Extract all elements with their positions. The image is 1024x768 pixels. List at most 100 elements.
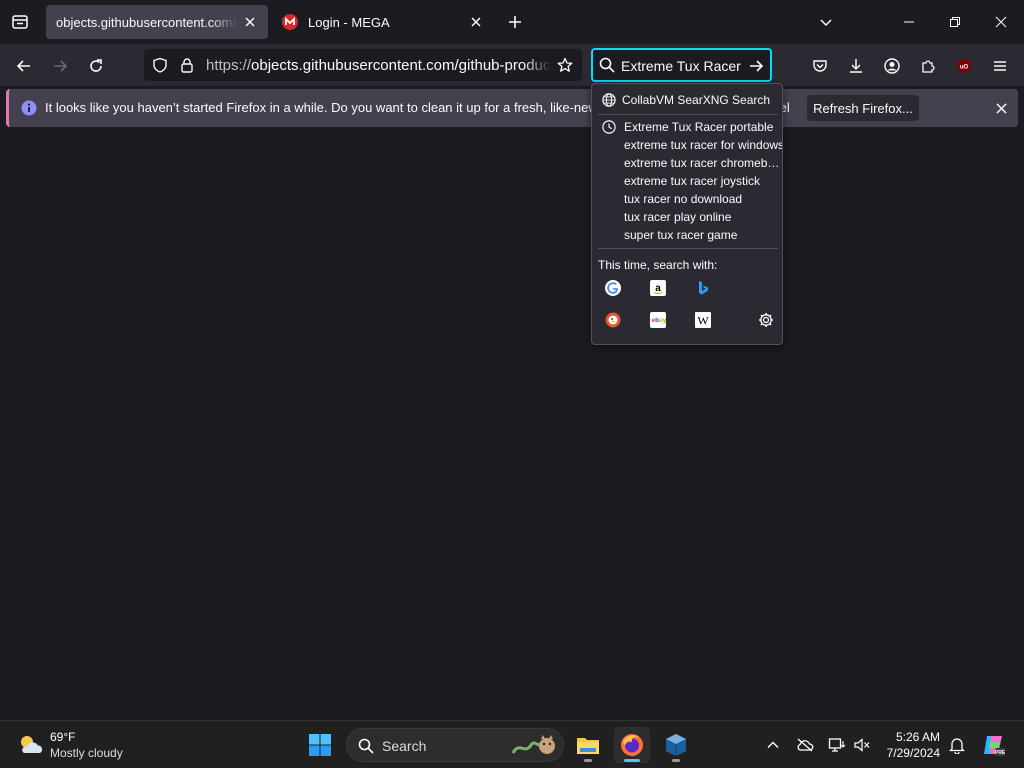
minimize-button[interactable]	[895, 8, 923, 36]
search-suggestions-popup: CollabVM SearXNG Search Extreme Tux Race…	[591, 83, 783, 345]
file-explorer-button[interactable]	[570, 727, 606, 763]
tab-overflow-button[interactable]	[812, 8, 840, 36]
cloud-offline-icon	[797, 738, 814, 752]
clock-time: 5:26 AM	[895, 730, 940, 744]
tab-bar: objects.githubusercontent.com/github-pro…	[0, 0, 1024, 44]
search-bar[interactable]	[591, 48, 772, 82]
suggestion-item[interactable]: extreme tux racer for windows	[624, 138, 782, 152]
tracking-shield-icon[interactable]	[152, 57, 168, 73]
search-icon	[358, 738, 374, 754]
url-protocol: https://	[206, 57, 252, 74]
wikipedia-engine-button[interactable]: W	[691, 308, 715, 332]
refresh-firefox-notification: It looks like you haven’t started Firefo…	[6, 89, 1018, 127]
bookmark-star-icon[interactable]	[557, 57, 573, 73]
suggestion-item[interactable]: extreme tux racer joystick	[624, 174, 782, 188]
ublock-origin-button[interactable]: uO	[950, 52, 978, 80]
popup-divider	[598, 114, 778, 115]
tab-list-icon	[12, 15, 28, 29]
restore-button[interactable]	[941, 8, 969, 36]
suggestion-item[interactable]: super tux racer game	[624, 228, 782, 242]
bing-engine-button[interactable]	[691, 276, 715, 300]
downloads-button[interactable]	[842, 52, 870, 80]
close-window-button[interactable]	[987, 8, 1015, 36]
url-host-path: objects.githubusercontent.com/github-pro…	[251, 57, 551, 74]
virtualbox-taskbar-button[interactable]	[658, 727, 694, 763]
gear-icon	[759, 313, 773, 327]
arrow-right-icon	[54, 60, 68, 72]
search-input[interactable]	[621, 56, 743, 76]
firefox-taskbar-button[interactable]	[614, 727, 650, 763]
pocket-button[interactable]	[806, 52, 834, 80]
ebay-icon: ebay	[650, 312, 666, 328]
search-settings-button[interactable]	[754, 308, 778, 332]
google-engine-button[interactable]	[601, 276, 625, 300]
bing-icon	[699, 281, 708, 295]
search-engine-name: CollabVM SearXNG Search	[622, 93, 771, 107]
suggestion-item[interactable]: extreme tux racer chromebook	[624, 156, 782, 170]
close-tab-button[interactable]	[464, 10, 488, 34]
forward-button[interactable]	[46, 52, 74, 80]
start-button[interactable]	[302, 727, 338, 763]
this-time-search-with-label: This time, search with:	[598, 258, 718, 272]
list-all-tabs-button[interactable]	[8, 10, 32, 34]
lock-icon[interactable]	[179, 57, 195, 73]
svg-text:W: W	[697, 314, 709, 328]
suggestion-item[interactable]: tux racer play online	[624, 210, 782, 224]
close-tab-button[interactable]	[238, 10, 262, 34]
search-highlight-illustration-icon	[511, 735, 555, 754]
duckduckgo-engine-button[interactable]	[601, 308, 625, 332]
ebay-engine-button[interactable]: ebay	[646, 308, 670, 332]
running-indicator	[584, 759, 592, 762]
search-engine-header[interactable]: CollabVM SearXNG Search	[592, 88, 782, 112]
restore-icon	[950, 17, 960, 27]
suggestion-item[interactable]: Extreme Tux Racer portable	[624, 120, 782, 134]
back-button[interactable]	[10, 52, 38, 80]
running-indicator	[672, 759, 680, 762]
firefox-icon	[621, 734, 643, 756]
weather-widget[interactable]: 69°F Mostly cloudy	[16, 729, 146, 761]
refresh-firefox-button[interactable]: Refresh Firefox...	[807, 95, 919, 121]
bell-icon	[949, 738, 965, 754]
extensions-button[interactable]	[914, 52, 942, 80]
network-tray-button[interactable]	[826, 734, 848, 756]
chevron-down-icon	[820, 19, 832, 27]
new-tab-button[interactable]	[503, 10, 527, 34]
taskbar-search-label: Search	[382, 738, 427, 754]
taskbar-search[interactable]: Search	[346, 728, 564, 762]
url-text[interactable]: https://objects.githubusercontent.com/gi…	[206, 57, 551, 74]
search-go-arrow-icon[interactable]	[748, 58, 764, 74]
close-icon	[995, 16, 1007, 28]
close-icon	[471, 17, 481, 27]
onedrive-tray-button[interactable]	[794, 734, 816, 756]
tab-mega-login[interactable]: Login - MEGA	[272, 5, 494, 39]
folder-icon	[577, 738, 599, 754]
app-menu-button[interactable]	[986, 52, 1014, 80]
windows-taskbar: 69°F Mostly cloudy Search 5:26 AM 7/29/2…	[0, 720, 1024, 768]
google-icon	[605, 280, 621, 296]
close-notification-button[interactable]	[993, 100, 1009, 116]
volume-muted-icon	[854, 738, 870, 752]
account-button[interactable]	[878, 52, 906, 80]
show-hidden-icons-button[interactable]	[762, 734, 784, 756]
plus-icon	[509, 16, 521, 28]
reload-button[interactable]	[82, 52, 110, 80]
copilot-icon: PRE	[984, 736, 1005, 756]
address-bar[interactable]: https://objects.githubusercontent.com/gi…	[144, 49, 582, 81]
download-icon	[850, 59, 862, 73]
copilot-button[interactable]: PRE	[980, 732, 1006, 758]
volume-tray-button[interactable]	[851, 734, 873, 756]
chevron-up-icon	[767, 741, 779, 748]
notifications-button[interactable]	[946, 734, 968, 756]
close-icon	[995, 102, 1007, 114]
suggestion-item[interactable]: tux racer no download	[624, 192, 782, 206]
virtualbox-icon	[666, 734, 686, 756]
ublock-icon: uO	[957, 59, 971, 73]
tab-title: objects.githubusercontent.com/github-pro…	[56, 14, 238, 30]
tab-github-download[interactable]: objects.githubusercontent.com/github-pro…	[46, 5, 268, 39]
pocket-icon	[813, 60, 827, 72]
weather-condition: Mostly cloudy	[50, 746, 123, 760]
amazon-engine-button[interactable]: a	[646, 276, 670, 300]
close-icon	[245, 17, 255, 27]
mega-favicon-icon	[282, 14, 298, 30]
taskbar-clock[interactable]: 5:26 AM 7/29/2024	[876, 729, 940, 761]
